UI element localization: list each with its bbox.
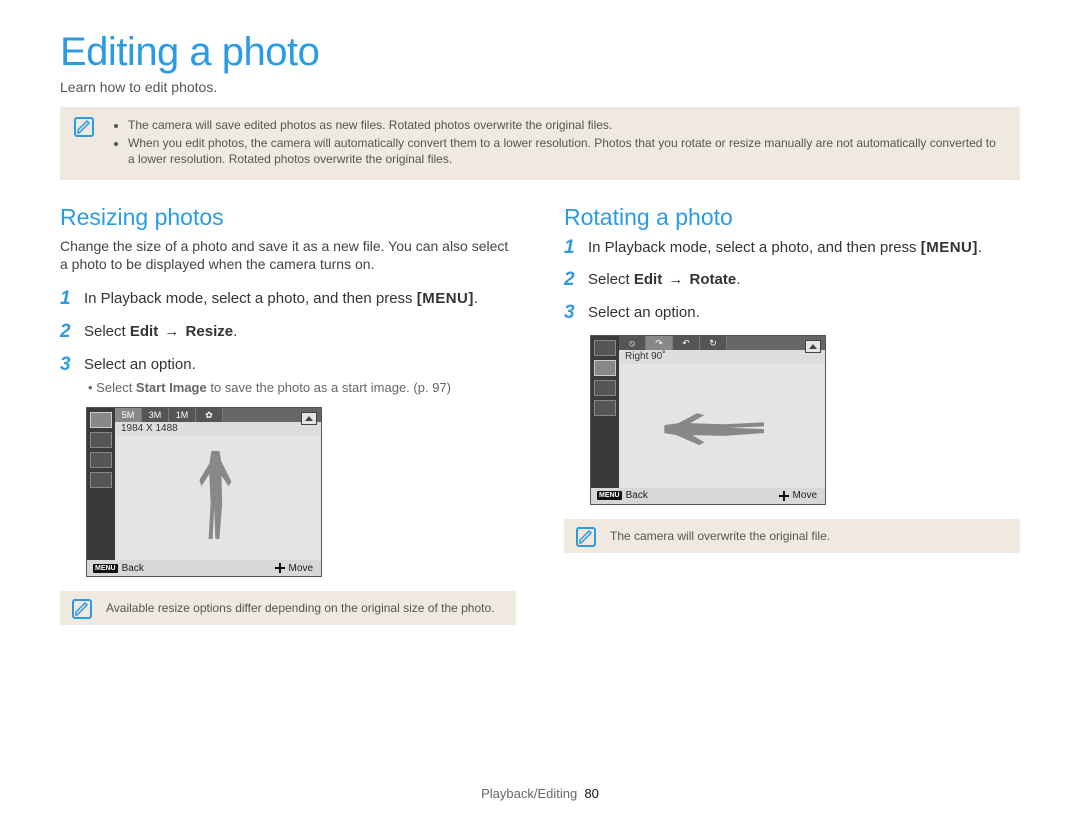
page-footer: Playback/Editing 80 (0, 786, 1080, 801)
menu-small-label: MENU (597, 491, 622, 500)
resize-note-text: Available resize options differ dependin… (106, 601, 495, 615)
move-button: Move (773, 488, 825, 504)
resize-option-icon: ✿ (196, 408, 223, 422)
rotate-option-icon: ⦸ (619, 336, 646, 350)
resizing-desc: Change the size of a photo and save it a… (60, 237, 516, 275)
step-text: In Playback mode, select a photo, and th… (588, 237, 982, 260)
note-icon (72, 599, 92, 619)
note-icon (576, 527, 596, 547)
screen-option-bar: ⦸ ↷ ↶ ↻ (619, 336, 825, 350)
sidebar-item (90, 412, 112, 428)
step-number: 2 (564, 269, 588, 292)
resizing-heading: Resizing photos (60, 204, 516, 231)
sidebar-item (90, 432, 112, 448)
footer-section: Playback/Editing (481, 786, 577, 801)
sidebar-item (594, 400, 616, 416)
sidebar-item (594, 380, 616, 396)
sidebar-item (90, 472, 112, 488)
step-sub-bullet: Select Start Image to save the photo as … (84, 379, 451, 397)
screen-sidebar (591, 336, 619, 488)
step-number: 3 (60, 354, 84, 397)
screen-option-label: Right 90˚ (619, 350, 825, 364)
rotate-option-icon: ↶ (673, 336, 700, 350)
resize-screen-mock: 5M 3M 1M ✿ 1984 X 1488 MENU Back Move (86, 407, 322, 577)
top-note-box: The camera will save edited photos as ne… (60, 107, 1020, 180)
menu-button-label: [MENU] (921, 237, 978, 258)
move-button: Move (269, 560, 321, 576)
rotate-option-icon: ↻ (700, 336, 727, 350)
resize-corner-icon (301, 412, 317, 425)
back-button: MENU Back (87, 560, 150, 576)
sidebar-item (90, 452, 112, 468)
step-number: 2 (60, 321, 84, 344)
rotating-heading: Rotating a photo (564, 204, 1020, 231)
photo-silhouette-rotated (664, 411, 764, 451)
back-button: MENU Back (591, 488, 654, 504)
sidebar-item (594, 340, 616, 356)
screen-bottom-bar: MENU Back Move (87, 560, 321, 576)
page-number: 80 (584, 786, 598, 801)
rotate-note-text: The camera will overwrite the original f… (610, 529, 830, 543)
step-text: Select an option. (588, 302, 700, 325)
resizing-section: Resizing photos Change the size of a pho… (60, 204, 516, 626)
menu-button-label: [MENU] (417, 288, 474, 309)
top-note-bullet: The camera will save edited photos as ne… (128, 117, 1004, 133)
step-text: Select Edit → Resize. (84, 321, 237, 344)
step-number: 1 (564, 237, 588, 260)
resize-option: 3M (142, 408, 169, 422)
photo-silhouette (197, 451, 237, 539)
step-text: In Playback mode, select a photo, and th… (84, 288, 478, 311)
screen-option-bar: 5M 3M 1M ✿ (115, 408, 321, 422)
screen-canvas (115, 436, 321, 560)
resize-corner-icon (805, 340, 821, 353)
resize-option: 5M (115, 408, 142, 422)
page-title: Editing a photo (60, 30, 1020, 75)
page-subtitle: Learn how to edit photos. (60, 79, 1020, 95)
step-number: 3 (564, 302, 588, 325)
menu-small-label: MENU (93, 564, 118, 573)
resize-option: 1M (169, 408, 196, 422)
step-text: Select an option. Select Start Image to … (84, 354, 451, 397)
nav-icon (779, 491, 789, 501)
rotate-note-box: The camera will overwrite the original f… (564, 519, 1020, 553)
screen-canvas (619, 364, 825, 488)
step-number: 1 (60, 288, 84, 311)
rotating-section: Rotating a photo 1 In Playback mode, sel… (564, 204, 1020, 626)
resize-note-box: Available resize options differ dependin… (60, 591, 516, 625)
screen-option-label: 1984 X 1488 (115, 422, 321, 436)
screen-bottom-bar: MENU Back Move (591, 488, 825, 504)
top-note-bullet: When you edit photos, the camera will au… (128, 135, 1004, 167)
rotate-option-icon: ↷ (646, 336, 673, 350)
sidebar-item (594, 360, 616, 376)
nav-icon (275, 563, 285, 573)
note-icon (74, 117, 94, 137)
step-text: Select Edit → Rotate. (588, 269, 740, 292)
rotate-screen-mock: ⦸ ↷ ↶ ↻ Right 90˚ MENU Back Move (590, 335, 826, 505)
screen-sidebar (87, 408, 115, 560)
